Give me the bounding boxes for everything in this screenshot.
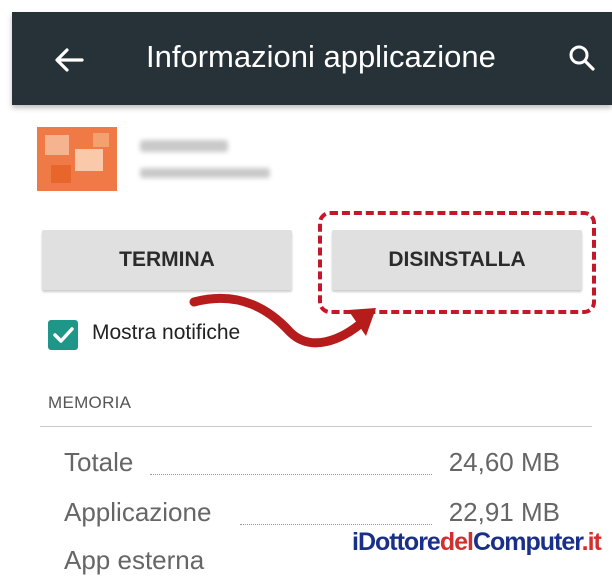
dotted-leader	[240, 524, 432, 525]
memory-row-value: 24,60 MB	[448, 447, 560, 477]
app-icon	[37, 127, 117, 191]
search-button[interactable]	[566, 42, 602, 78]
search-icon	[569, 45, 595, 71]
app-name-obscured	[140, 140, 228, 152]
divider	[40, 426, 592, 427]
show-notifications-checkbox[interactable]	[48, 320, 78, 350]
watermark-logo: iDottoredelComputer.it	[352, 528, 602, 556]
dotted-leader	[150, 474, 432, 475]
arrow-left-icon	[55, 48, 84, 72]
app-bar: Informazioni applicazione	[12, 12, 612, 105]
memory-row-label: Totale	[64, 447, 134, 477]
app-version-obscured	[140, 168, 270, 178]
back-button[interactable]	[48, 42, 90, 78]
page-title: Informazioni applicazione	[146, 39, 496, 74]
memory-row-label: App esterna	[64, 545, 205, 575]
memory-row-value: 22,91 MB	[448, 497, 560, 527]
show-notifications-label: Mostra notifiche	[92, 321, 241, 344]
memory-section-header: MEMORIA	[48, 393, 132, 412]
checkmark-icon	[53, 327, 74, 343]
memory-row-label: Applicazione	[64, 497, 212, 527]
